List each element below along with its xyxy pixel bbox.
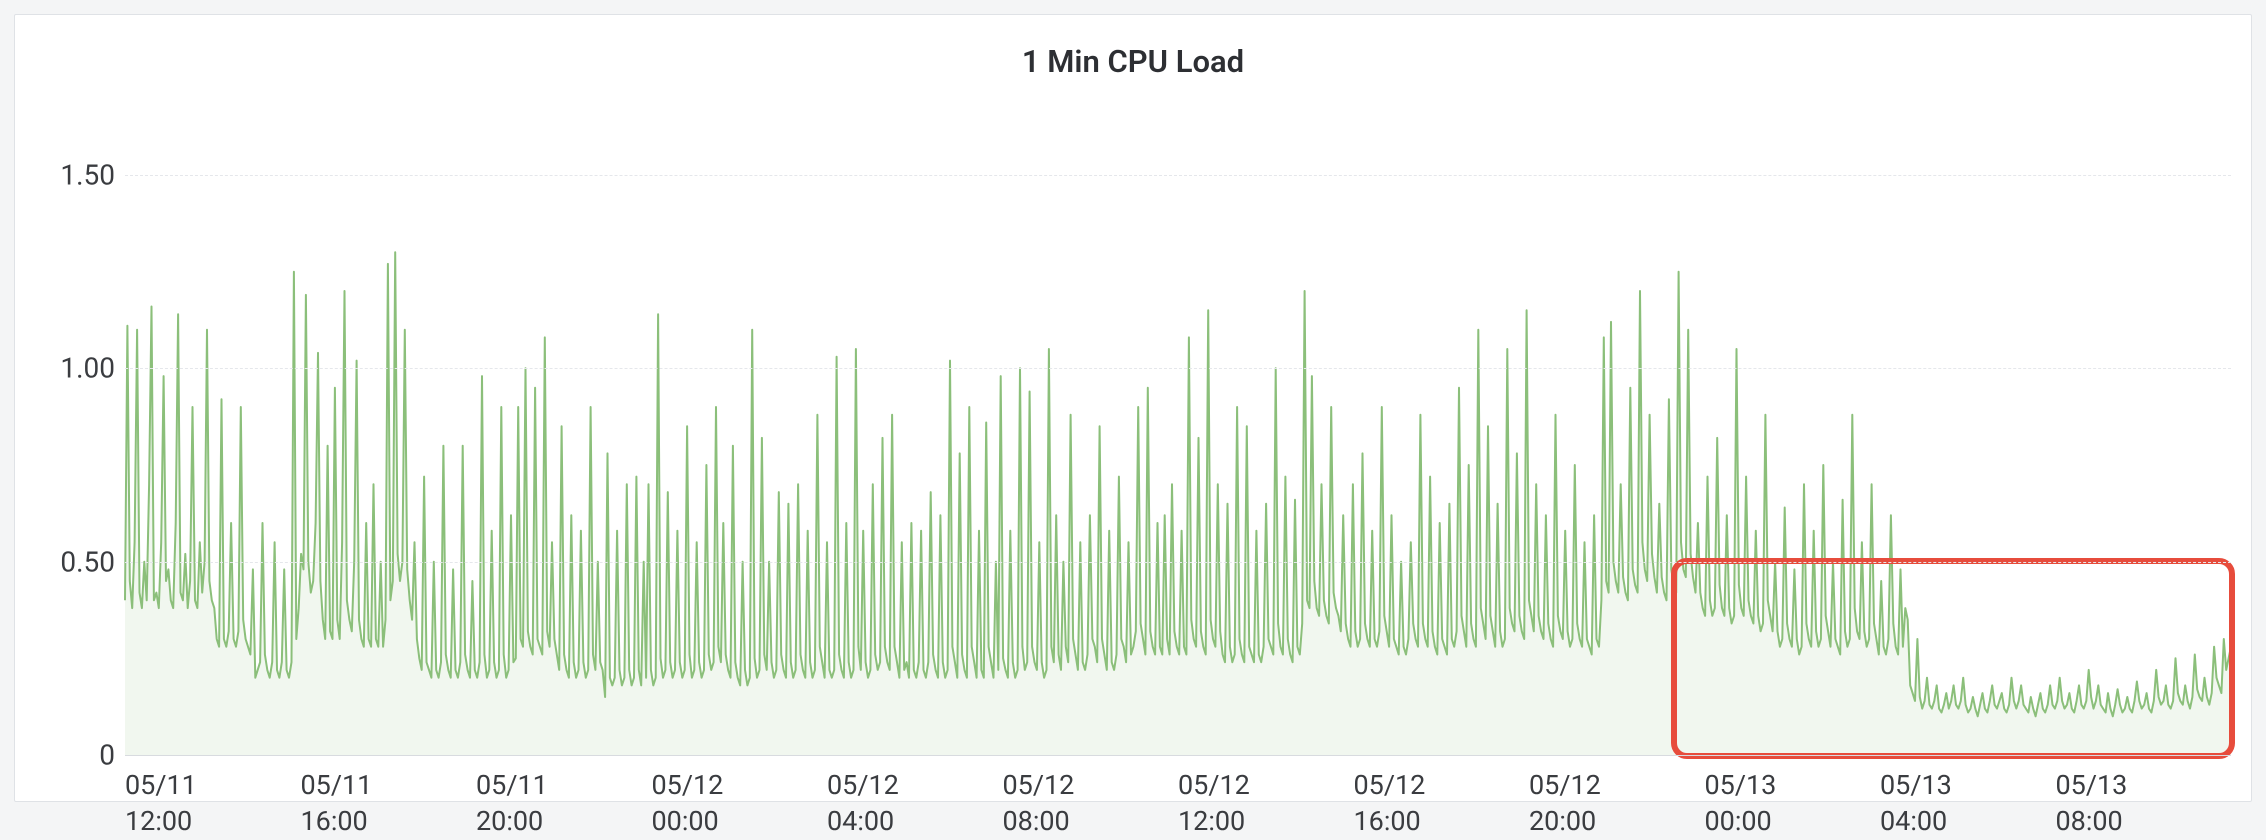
x-tick-label: 05/12 08:00: [1003, 767, 1075, 840]
x-tick-label: 05/12 16:00: [1354, 767, 1426, 840]
chart-title: 1 Min CPU Load: [15, 15, 2251, 80]
x-tick-label: 05/11 12:00: [125, 767, 197, 840]
x-tick-label: 05/12 12:00: [1178, 767, 1250, 840]
grid-line: [125, 755, 2231, 756]
y-tick-label: 0: [45, 739, 115, 772]
x-tick-label: 05/12 04:00: [827, 767, 899, 840]
y-tick-label: 1.50: [45, 159, 115, 192]
y-tick-label: 1.00: [45, 352, 115, 385]
y-tick-label: 0.50: [45, 545, 115, 578]
x-tick-label: 05/12 20:00: [1529, 767, 1601, 840]
x-tick-label: 05/13 08:00: [2056, 767, 2128, 840]
x-tick-label: 05/12 00:00: [652, 767, 724, 840]
x-tick-label: 05/11 20:00: [476, 767, 548, 840]
chart-panel: 1 Min CPU Load 00.501.001.50 05/11 12:00…: [14, 14, 2252, 802]
x-tick-label: 05/11 16:00: [301, 767, 373, 840]
chart-series: [125, 175, 2231, 755]
grid-line: [125, 562, 2231, 563]
x-tick-label: 05/13 00:00: [1705, 767, 1777, 840]
grid-line: [125, 368, 2231, 369]
plot-area: 00.501.001.50: [125, 175, 2231, 755]
x-tick-label: 05/13 04:00: [1880, 767, 1952, 840]
grid-line: [125, 175, 2231, 176]
